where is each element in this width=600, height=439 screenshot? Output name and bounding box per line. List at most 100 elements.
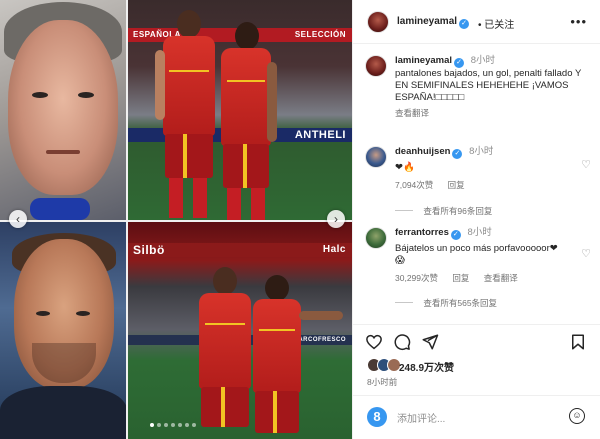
app-badge-icon: 8 <box>367 407 387 427</box>
comment-button[interactable] <box>393 333 411 351</box>
post-media-carousel[interactable]: ESPAÑOLA SELECCIÓN ANTHELI Silbö Halc AR… <box>0 0 352 439</box>
author-avatar[interactable] <box>367 11 389 33</box>
shirt-shape <box>0 386 127 439</box>
comment-like-button[interactable]: ♡ <box>581 247 591 260</box>
save-button[interactable] <box>569 333 587 351</box>
chevron-right-icon: › <box>334 212 338 226</box>
jersey-stripe <box>205 323 245 325</box>
instagram-post-modal: ESPAÑOLA SELECCIÓN ANTHELI Silbö Halc AR… <box>0 0 600 439</box>
follow-status-label[interactable]: 已关注 <box>484 20 514 31</box>
caption-author-avatar[interactable] <box>365 55 387 77</box>
comment-translate-link[interactable]: 查看翻译 <box>484 273 518 283</box>
jersey-shape <box>221 48 271 146</box>
comment-icon <box>394 334 411 351</box>
arm-shape <box>267 62 277 142</box>
more-options-button[interactable]: ••• <box>570 14 587 29</box>
eye-shape <box>76 311 90 316</box>
stadium-banner: Silbö Halc <box>127 243 352 257</box>
emoji-icon: ☺ <box>572 410 582 420</box>
like-count[interactable]: 248.9万次赞 <box>399 359 454 374</box>
jersey-shape <box>199 293 251 389</box>
follow-status[interactable]: • 已关注 <box>478 16 514 31</box>
author-username-link[interactable]: lamineyamal ✓ <box>397 16 470 29</box>
jersey-stripe <box>259 329 295 331</box>
add-comment-input[interactable]: 添加评论... <box>397 410 445 425</box>
heart-outline-icon: ♡ <box>581 248 591 260</box>
commenter-avatar[interactable] <box>365 146 387 168</box>
emoji-button[interactable]: ☺ <box>569 408 585 424</box>
view-replies-link[interactable]: 查看所有565条回复 <box>395 297 497 309</box>
shorts-stripe <box>273 391 277 433</box>
post-timestamp: 8小时前 <box>367 377 398 387</box>
comment-like-button[interactable]: ♡ <box>581 158 591 171</box>
eye-shape <box>32 92 48 98</box>
head-shape <box>235 22 259 50</box>
carousel-dot <box>164 423 168 427</box>
like-button[interactable] <box>365 333 383 351</box>
comment-time: 8小时 <box>469 146 494 157</box>
face-shape <box>8 20 118 195</box>
carousel-dot <box>185 423 189 427</box>
collage-divider <box>0 220 352 222</box>
view-replies-label[interactable]: 查看所有96条回复 <box>423 206 492 216</box>
caption-username[interactable]: lamineyamal <box>395 55 452 66</box>
heart-outline-icon <box>366 334 382 350</box>
heart-outline-icon: ♡ <box>581 159 591 171</box>
shorts-stripe <box>243 144 247 188</box>
shorts-shape <box>165 134 213 178</box>
view-replies-label[interactable]: 查看所有565条回复 <box>423 298 497 308</box>
carousel-indicator <box>150 423 196 427</box>
carousel-next-button[interactable]: › <box>327 210 345 228</box>
sock-shape <box>227 188 241 221</box>
view-replies-link[interactable]: 查看所有96条回复 <box>395 205 492 217</box>
caption-text: pantalones bajados, un gol, penalti fall… <box>395 68 582 103</box>
comment-meta: 30,299次赞 回复 查看翻译 <box>395 272 565 284</box>
commenter-avatar[interactable] <box>365 227 387 249</box>
face-shape <box>14 239 114 389</box>
post-sidebar: lamineyamal ✓ • 已关注 ••• lamineyamal ✓ 8小时 … <box>352 0 600 439</box>
author-username[interactable]: lamineyamal <box>397 16 457 27</box>
comment-text: ❤🔥 <box>395 162 415 173</box>
comment-like-count[interactable]: 30,299次赞 <box>395 273 438 283</box>
verified-badge-icon: ✓ <box>452 149 463 159</box>
jersey-stripe <box>169 70 209 72</box>
post-header: lamineyamal ✓ • 已关注 ••• <box>353 0 600 44</box>
media-photo-players-bottom: Silbö Halc ARCOFRESCO <box>127 221 352 439</box>
comment-text: Bájatelos un poco más porfavooooor❤😱 <box>395 243 558 266</box>
head-shape <box>265 275 289 301</box>
verified-badge-icon: ✓ <box>450 230 461 240</box>
carousel-prev-button[interactable]: ‹ <box>9 210 27 228</box>
comment-like-count[interactable]: 7,094次赞 <box>395 180 433 190</box>
carousel-dot <box>157 423 161 427</box>
sock-shape <box>193 178 207 218</box>
comment-body: ferrantorres ✓ 8小时 Bájatelos un poco más … <box>395 227 565 284</box>
verified-badge-icon: ✓ <box>459 19 470 29</box>
carousel-dot <box>178 423 182 427</box>
commenter-username[interactable]: deanhuijsen <box>395 146 450 157</box>
arm-shape <box>155 50 165 120</box>
eye-shape <box>36 311 50 316</box>
beard-shape <box>32 343 96 383</box>
more-horizontal-icon: ••• <box>570 14 587 29</box>
media-photo-pundit-top <box>0 0 127 221</box>
head-shape <box>177 10 201 38</box>
shorts-stripe <box>183 134 187 178</box>
shorts-stripe <box>221 387 225 427</box>
verified-badge-icon: ✓ <box>454 58 465 68</box>
comment-time: 8小时 <box>467 227 492 238</box>
chevron-left-icon: ‹ <box>16 212 20 226</box>
carousel-dot <box>150 423 154 427</box>
arm-shape <box>299 311 343 320</box>
caption-translate-link[interactable]: 查看翻译 <box>395 107 595 119</box>
comment-reply-button[interactable]: 回复 <box>452 273 469 283</box>
share-button[interactable] <box>421 333 439 351</box>
comment-body: deanhuijsen ✓ 8小时 ❤🔥 7,094次赞 回复 <box>395 146 565 191</box>
bookmark-icon <box>572 334 584 350</box>
microphone-shape <box>30 198 90 220</box>
sock-shape <box>251 188 265 221</box>
shorts-shape <box>201 387 249 427</box>
carousel-dot <box>171 423 175 427</box>
comment-reply-button[interactable]: 回复 <box>448 180 465 190</box>
caption-time: 8小时 <box>470 55 495 66</box>
commenter-username[interactable]: ferrantorres <box>395 227 449 238</box>
